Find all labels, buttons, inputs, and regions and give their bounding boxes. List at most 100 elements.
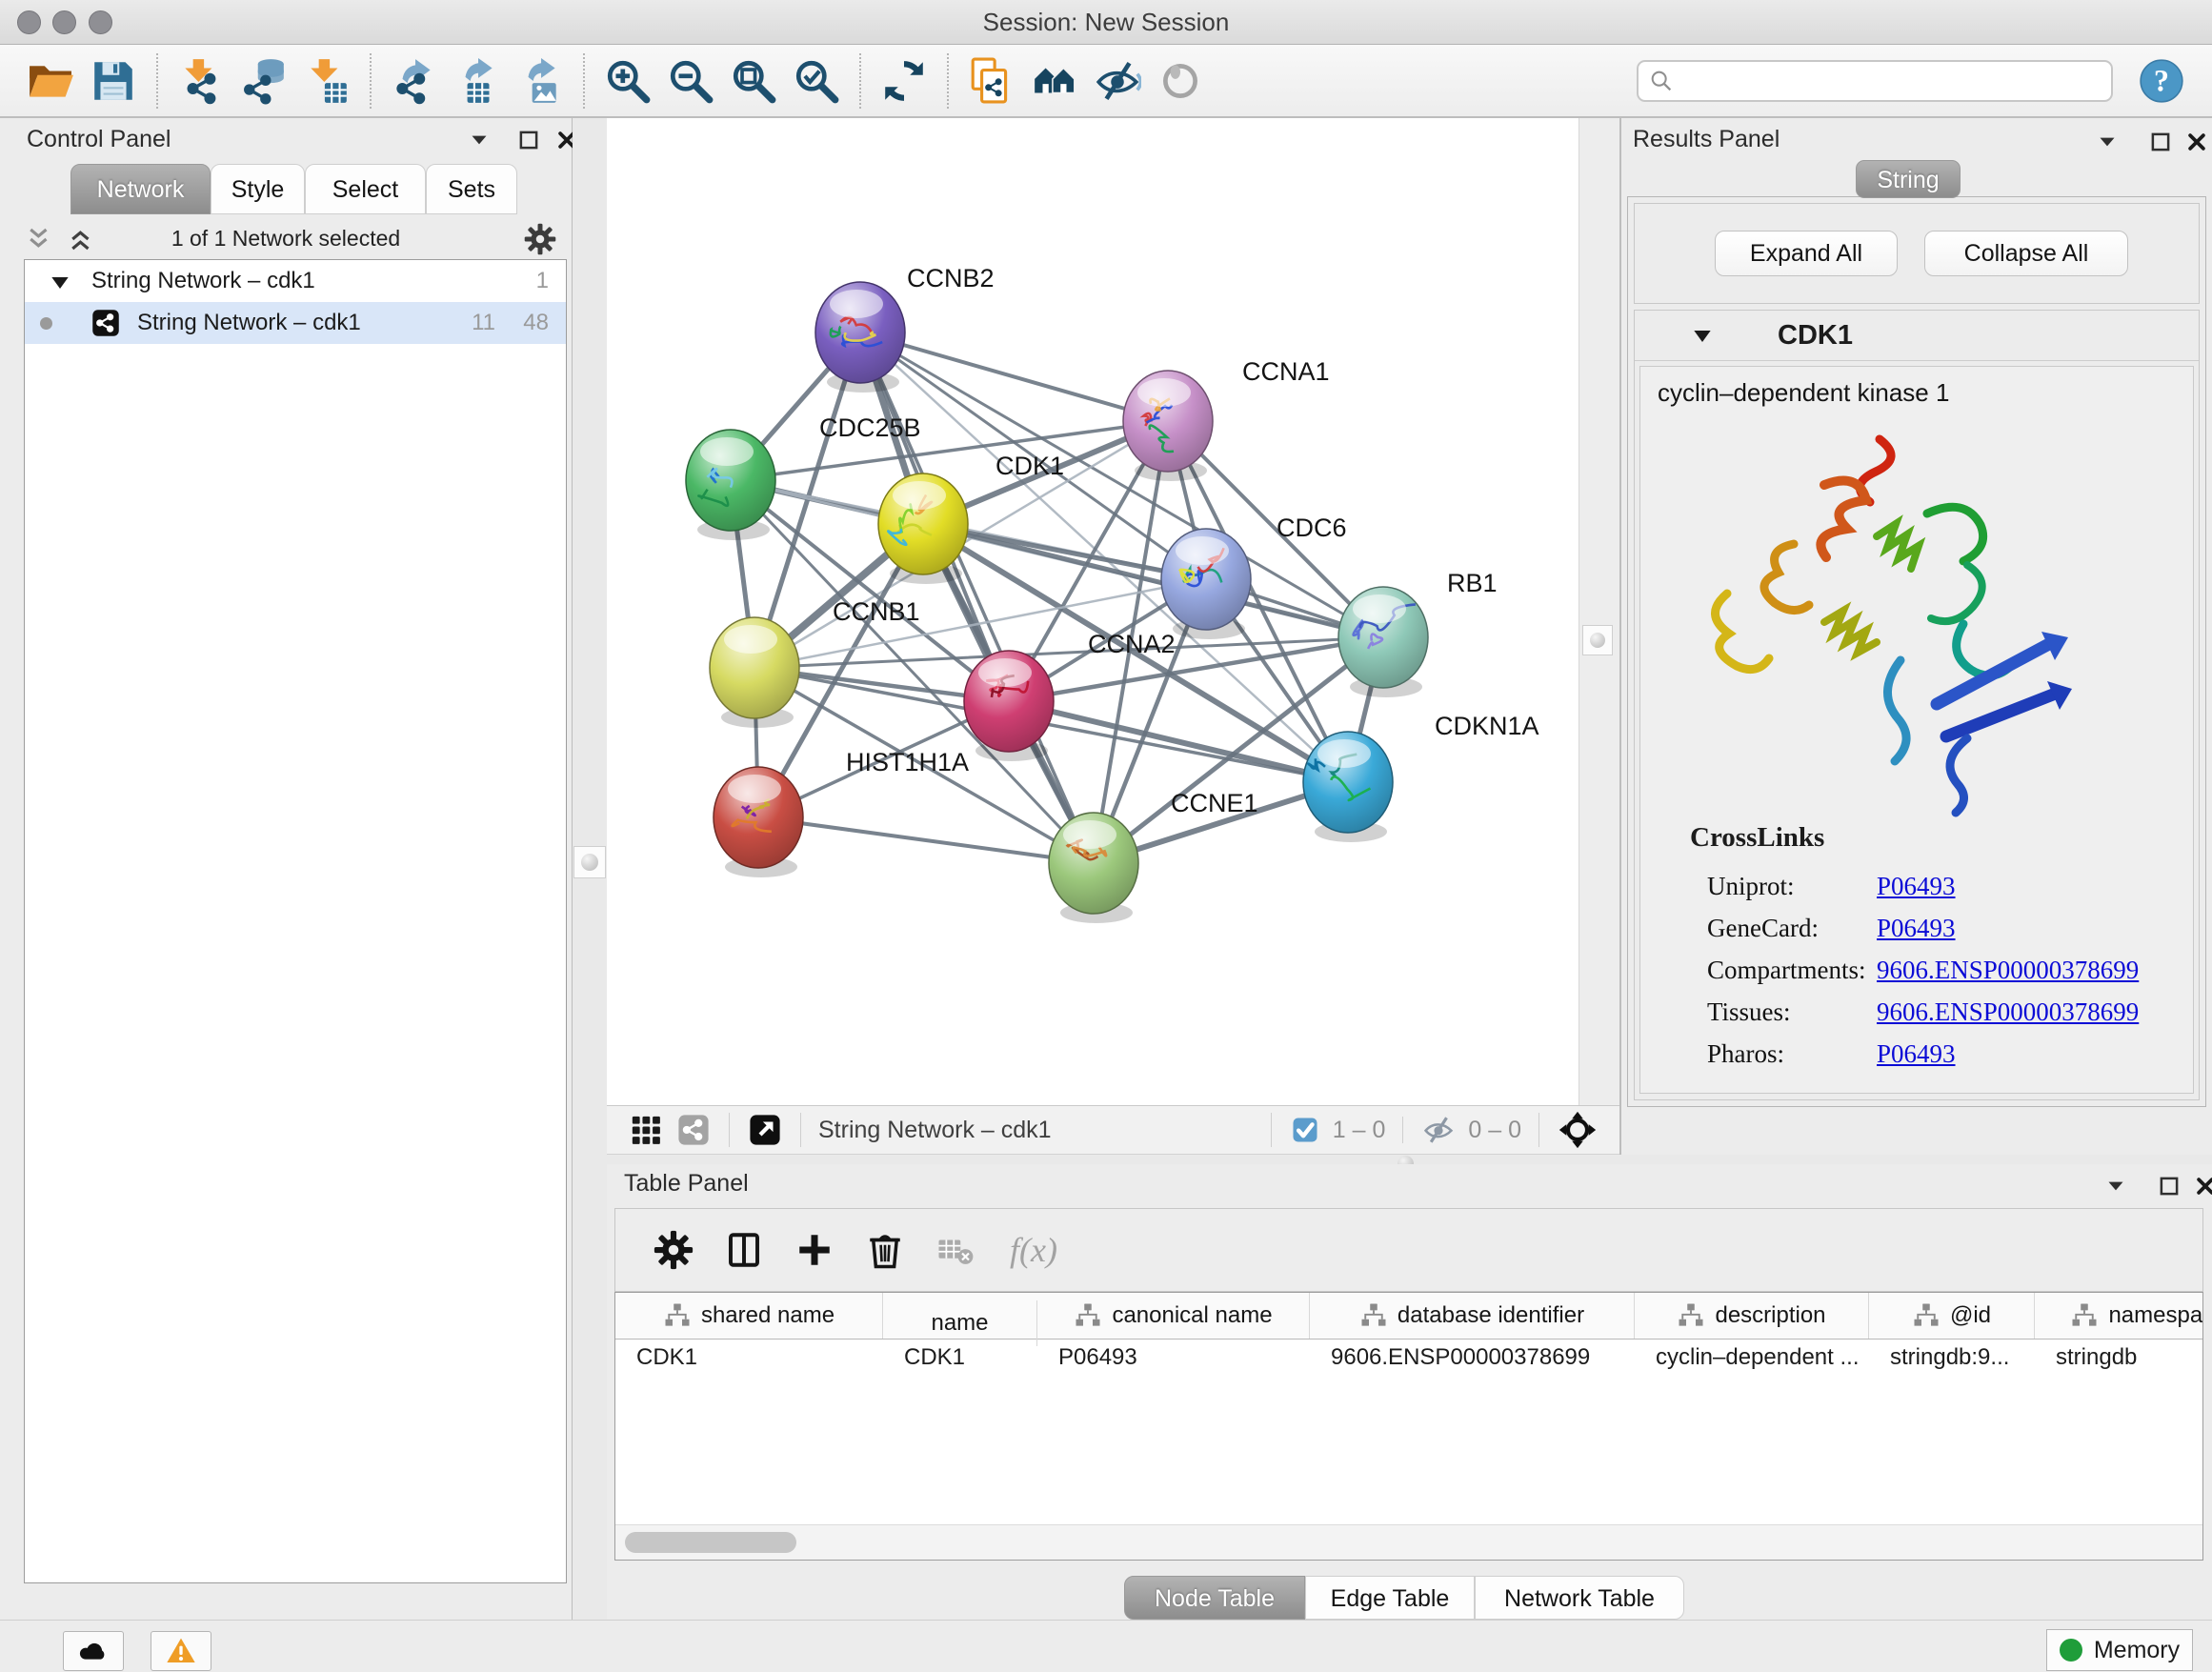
zoom-selected-icon[interactable] xyxy=(793,57,840,105)
right-splitter-grip[interactable] xyxy=(1582,625,1613,655)
zoom-fit-icon[interactable] xyxy=(730,57,777,105)
help-button[interactable]: ? xyxy=(2138,57,2185,105)
table-cell[interactable]: CDK1 xyxy=(883,1340,1037,1378)
warnings-button[interactable] xyxy=(151,1631,211,1671)
cloud-button[interactable] xyxy=(63,1631,124,1671)
memory-button[interactable]: Memory xyxy=(2046,1629,2193,1671)
zoom-out-icon[interactable] xyxy=(667,57,714,105)
collapse-panel-icon[interactable] xyxy=(465,126,493,154)
save-icon[interactable] xyxy=(90,57,137,105)
crosslink-link[interactable]: P06493 xyxy=(1877,1039,1956,1068)
float-panel-icon[interactable] xyxy=(514,126,543,154)
network-node-CCNE1[interactable]: CCNE1 xyxy=(1049,789,1258,923)
tab-sets[interactable]: Sets xyxy=(426,164,517,214)
column-header-description[interactable]: description xyxy=(1635,1293,1869,1339)
import-network-icon[interactable] xyxy=(177,57,225,105)
network-options-gear-icon[interactable] xyxy=(524,223,556,255)
table-row[interactable]: CDK1CDK1P064939606.ENSP00000378699cyclin… xyxy=(615,1340,2203,1378)
table-tabs: Node TableEdge TableNetwork Table xyxy=(1124,1576,1684,1620)
hscrollbar-thumb[interactable] xyxy=(625,1532,796,1553)
plus-icon[interactable] xyxy=(794,1230,835,1270)
tab-string[interactable]: String xyxy=(1856,160,1961,198)
table-cell[interactable]: stringdb xyxy=(2035,1340,2203,1378)
float-table-icon[interactable] xyxy=(2155,1172,2183,1200)
column-header-namespace[interactable]: namespace xyxy=(2035,1293,2203,1339)
crosslink-link[interactable]: 9606.ENSP00000378699 xyxy=(1877,956,2139,984)
left-splitter-grip[interactable] xyxy=(573,846,606,878)
network-node-CDKN1A[interactable]: CDKN1A xyxy=(1303,712,1539,842)
network-view-icon[interactable] xyxy=(677,1114,710,1146)
tab-edge-table[interactable]: Edge Table xyxy=(1305,1576,1475,1620)
column-header-database-identifier[interactable]: database identifier xyxy=(1310,1293,1635,1339)
table-cell[interactable]: CDK1 xyxy=(615,1340,883,1378)
column-header-canonical-name[interactable]: canonical name xyxy=(1037,1293,1310,1339)
hidden-eye-icon[interactable] xyxy=(1422,1114,1455,1146)
node-label: CCNA1 xyxy=(1242,357,1330,386)
tab-network-table[interactable]: Network Table xyxy=(1475,1576,1684,1620)
import-database-icon[interactable] xyxy=(240,57,288,105)
close-table-icon[interactable] xyxy=(2191,1172,2212,1200)
table-x-icon[interactable] xyxy=(935,1230,975,1270)
cloud-icon xyxy=(78,1636,109,1666)
houses-icon[interactable] xyxy=(1031,57,1078,105)
gear-black-icon[interactable] xyxy=(654,1230,694,1270)
node-label: CDC25B xyxy=(819,413,921,442)
tab-select[interactable]: Select xyxy=(305,164,426,214)
float-results-icon[interactable] xyxy=(2146,128,2175,156)
crosslink-link[interactable]: P06493 xyxy=(1877,872,1956,900)
import-table-icon[interactable] xyxy=(303,57,351,105)
gray-eye-icon[interactable] xyxy=(1156,57,1204,105)
birds-eye-view-icon[interactable] xyxy=(749,1114,781,1146)
collapse-all-button[interactable]: Collapse All xyxy=(1924,231,2128,276)
export-table-icon[interactable] xyxy=(453,57,501,105)
hide-eye-icon[interactable] xyxy=(1094,57,1141,105)
zoom-in-icon[interactable] xyxy=(604,57,652,105)
tab-node-table[interactable]: Node Table xyxy=(1124,1576,1305,1620)
collapse-collection-icon[interactable] xyxy=(48,268,72,292)
collapse-entry-icon[interactable] xyxy=(1690,324,1715,349)
network-row-selected[interactable]: String Network – cdk1 11 48 xyxy=(25,302,566,344)
table-cell[interactable]: stringdb:9... xyxy=(1869,1340,2035,1378)
network-edge[interactable] xyxy=(758,817,1094,863)
collapse-results-icon[interactable] xyxy=(2093,128,2122,156)
network-edge[interactable] xyxy=(860,332,1168,421)
fit-selected-crosshair-icon[interactable] xyxy=(1558,1111,1597,1149)
node-label: CCNA2 xyxy=(1088,630,1176,658)
export-network-icon[interactable] xyxy=(391,57,438,105)
crosslink-link[interactable]: 9606.ENSP00000378699 xyxy=(1877,997,2139,1026)
crosslink-link[interactable]: P06493 xyxy=(1877,914,1956,942)
network-node-CCNA1[interactable]: CCNA1 xyxy=(1123,357,1330,481)
network-node-HIST1H1A[interactable]: HIST1H1A xyxy=(714,748,969,877)
network-node-RB1[interactable]: RB1 xyxy=(1338,569,1498,697)
selected-checkbox-icon[interactable] xyxy=(1291,1116,1319,1144)
protein-structure-image xyxy=(1667,422,2115,822)
network-graph[interactable]: CCNB2 CCNA1 CDC25B CDK1 CDC6 xyxy=(607,118,1579,1105)
close-results-icon[interactable] xyxy=(2182,128,2211,156)
function-builder-fx[interactable]: f(x) xyxy=(1010,1230,1057,1270)
column-header--id[interactable]: @id xyxy=(1869,1293,2035,1339)
tab-network[interactable]: Network xyxy=(70,164,211,214)
columns-icon[interactable] xyxy=(724,1230,764,1270)
open-folder-icon[interactable] xyxy=(27,57,74,105)
network-canvas[interactable]: CCNB2 CCNA1 CDC25B CDK1 CDC6 xyxy=(607,118,1619,1105)
title-bar: Session: New Session xyxy=(0,0,2212,45)
network-collection-row[interactable]: String Network – cdk1 1 xyxy=(25,260,566,302)
tab-style[interactable]: Style xyxy=(211,164,305,214)
refresh-icon[interactable] xyxy=(880,57,928,105)
doc-share-icon[interactable] xyxy=(968,57,1016,105)
search-input[interactable] xyxy=(1675,67,2101,95)
collapse-table-icon[interactable] xyxy=(2101,1172,2130,1200)
search-box[interactable] xyxy=(1637,60,2113,102)
expand-all-button[interactable]: Expand All xyxy=(1715,231,1898,276)
table-cell[interactable]: P06493 xyxy=(1037,1340,1310,1378)
network-edge[interactable] xyxy=(1009,701,1348,782)
column-header-shared-name[interactable]: shared name xyxy=(615,1293,883,1339)
cdk1-entry-header[interactable]: CDK1 xyxy=(1635,311,2199,361)
table-cell[interactable]: cyclin–dependent ... xyxy=(1635,1340,1869,1378)
table-panel-title: Table Panel xyxy=(624,1170,749,1198)
table-hscrollbar[interactable] xyxy=(615,1524,2202,1560)
table-cell[interactable]: 9606.ENSP00000378699 xyxy=(1310,1340,1635,1378)
export-image-icon[interactable] xyxy=(516,57,564,105)
trash-icon[interactable] xyxy=(865,1230,905,1270)
grid-view-icon[interactable] xyxy=(630,1114,662,1146)
